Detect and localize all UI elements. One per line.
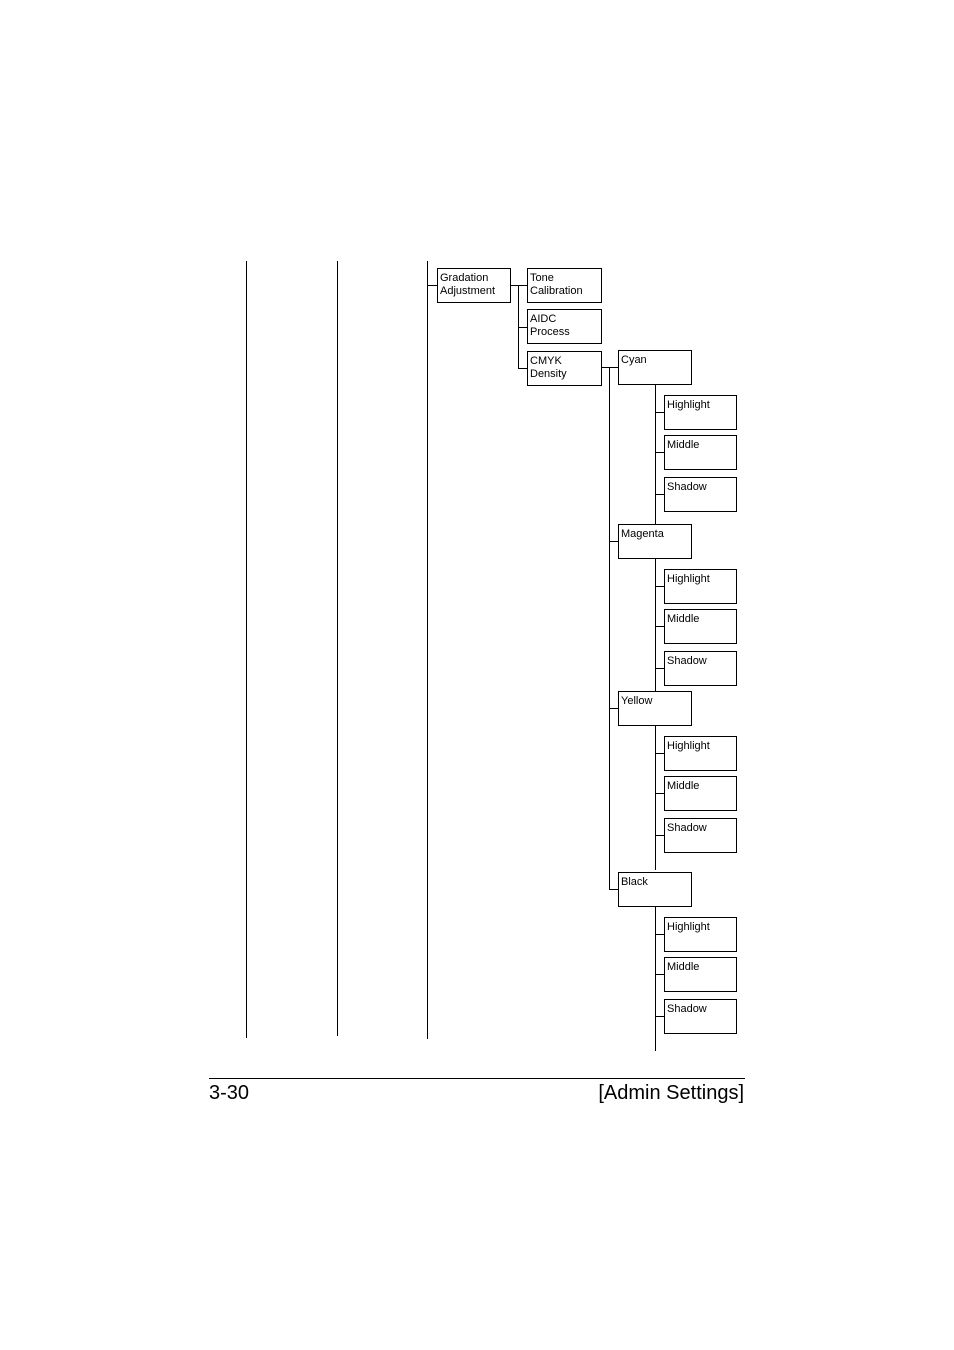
- column-line-1: [246, 261, 247, 1038]
- menu-node-tone-calibration: Tone Calibration: [527, 268, 602, 303]
- menu-node-cyan: Cyan: [618, 350, 692, 385]
- menu-node-cyan-shadow: Shadow: [664, 477, 737, 512]
- menu-node-black-middle: Middle: [664, 957, 737, 992]
- page-number: 3-30: [209, 1082, 250, 1104]
- menu-node-magenta-highlight: Highlight: [664, 569, 737, 604]
- menu-node-gradation-adjustment: Gradation Adjustment: [437, 268, 511, 303]
- menu-node-yellow-highlight: Highlight: [664, 736, 737, 771]
- menu-node-yellow-shadow: Shadow: [664, 818, 737, 853]
- menu-node-magenta-middle: Middle: [664, 609, 737, 644]
- section-title: [Admin Settings]: [598, 1082, 744, 1104]
- menu-node-cmyk-density: CMYK Density: [527, 351, 602, 386]
- connector: [655, 907, 656, 1051]
- connector: [510, 285, 528, 286]
- menu-node-cyan-highlight: Highlight: [664, 395, 737, 430]
- connector: [609, 367, 610, 890]
- menu-node-black-highlight: Highlight: [664, 917, 737, 952]
- column-line-3: [427, 261, 428, 1039]
- column-line-2: [337, 261, 338, 1036]
- menu-node-magenta: Magenta: [618, 524, 692, 559]
- menu-node-yellow: Yellow: [618, 691, 692, 726]
- menu-node-black: Black: [618, 872, 692, 907]
- menu-node-magenta-shadow: Shadow: [664, 651, 737, 686]
- connector: [655, 559, 656, 703]
- menu-node-yellow-middle: Middle: [664, 776, 737, 811]
- menu-node-black-shadow: Shadow: [664, 999, 737, 1034]
- menu-node-aidc-process: AIDC Process: [527, 309, 602, 344]
- footer-rule: [209, 1078, 745, 1079]
- menu-node-cyan-middle: Middle: [664, 435, 737, 470]
- connector: [655, 385, 656, 529]
- connector: [655, 726, 656, 870]
